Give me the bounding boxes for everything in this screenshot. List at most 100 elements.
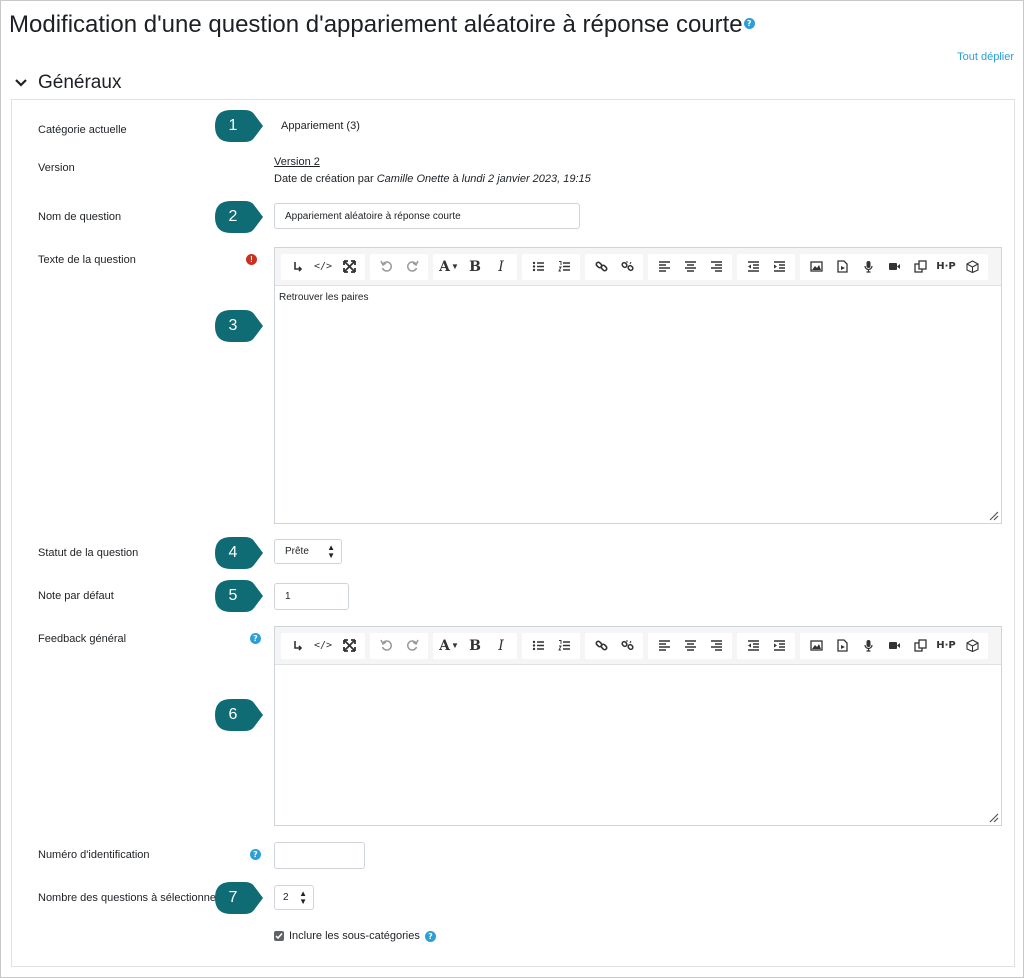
include-subcats-label: Inclure les sous-catégories [289,930,420,942]
ordered-list-icon[interactable] [551,254,577,280]
show-more-icon[interactable] [284,254,310,280]
help-icon[interactable]: ? [250,633,261,644]
show-more-icon[interactable] [284,633,310,659]
bold-icon[interactable]: B [462,633,488,659]
accessibility-icon[interactable] [959,254,985,280]
align-right-icon[interactable] [703,254,729,280]
unlink-icon[interactable] [614,633,640,659]
expand-all-link[interactable]: Tout déplier [957,51,1014,63]
indent-icon[interactable] [766,633,792,659]
link-icon[interactable] [588,254,614,280]
html-icon[interactable]: </> [310,254,336,280]
general-feedback-content[interactable] [275,665,1001,677]
fullscreen-icon[interactable] [336,633,362,659]
html-icon[interactable]: </> [310,633,336,659]
toolbar-group: </> [281,253,365,280]
record-video-icon[interactable] [881,254,907,280]
status-selected: Prête [285,546,309,557]
unlink-icon[interactable] [614,254,640,280]
question-name-input[interactable]: Appariement aléatoire à réponse courte [274,203,580,229]
bold-icon[interactable]: B [462,254,488,280]
callout-marker: 5 [214,579,264,613]
check-icon [275,933,283,940]
version-meta: Date de création par Camille Onette à lu… [274,173,591,185]
outdent-icon[interactable] [740,254,766,280]
version-label: Version [38,162,75,174]
toolbar-group [648,632,732,659]
record-audio-icon[interactable] [855,633,881,659]
font-color-icon[interactable]: A ▼ [436,254,462,280]
callout-marker: 6 [214,698,264,732]
section-header[interactable]: Généraux [14,72,121,94]
idnumber-input[interactable] [274,842,365,869]
editor-toolbar: </> A ▼ B I H·P [275,248,1001,286]
h5p-icon[interactable]: H·P [933,633,959,659]
help-icon[interactable]: ? [425,931,436,942]
toolbar-group: A ▼ B I [433,253,517,280]
idnumber-label: Numéro d'identification [38,849,150,861]
toolbar-group [522,632,580,659]
toolbar-group [737,253,795,280]
default-mark-input[interactable]: 1 [274,583,349,610]
record-audio-icon[interactable] [855,254,881,280]
resize-grip-icon[interactable] [987,811,999,823]
outdent-icon[interactable] [740,633,766,659]
toolbar-group: H·P [800,253,988,280]
section-title: Généraux [38,72,122,93]
align-left-icon[interactable] [651,633,677,659]
media-icon[interactable] [829,633,855,659]
status-select[interactable]: Prête ▲ ▼ [274,539,342,564]
font-color-icon[interactable]: A ▼ [436,633,462,659]
general-feedback-editor[interactable]: </> A ▼ B I H·P [274,626,1002,826]
manage-files-icon[interactable] [907,254,933,280]
toolbar-group [370,253,428,280]
redo-icon[interactable] [399,633,425,659]
accessibility-icon[interactable] [959,633,985,659]
resize-grip-icon[interactable] [987,509,999,521]
image-icon[interactable] [803,254,829,280]
undo-icon[interactable] [373,633,399,659]
general-feedback-label: Feedback général [38,633,127,645]
include-subcats-checkbox[interactable] [274,931,284,941]
image-icon[interactable] [803,633,829,659]
undo-icon[interactable] [373,254,399,280]
align-center-icon[interactable] [677,254,703,280]
align-left-icon[interactable] [651,254,677,280]
unordered-list-icon[interactable] [525,633,551,659]
question-name-label: Nom de question [38,211,122,223]
record-video-icon[interactable] [881,633,907,659]
general-fieldset [11,99,1015,967]
help-icon[interactable]: ? [743,18,755,30]
toolbar-group: H·P [800,632,988,659]
callout-marker: 4 [214,536,264,570]
choose-selected: 2 [283,892,289,903]
indent-icon[interactable] [766,254,792,280]
choose-label: Nombre des questions à sélectionner [38,892,220,904]
callout-marker: 3 [214,309,264,343]
question-text-content[interactable]: Retrouver les paires [275,286,1001,309]
version-link[interactable]: Version 2 [274,156,320,168]
italic-icon[interactable]: I [488,254,514,280]
link-icon[interactable] [588,633,614,659]
ordered-list-icon[interactable] [551,633,577,659]
manage-files-icon[interactable] [907,633,933,659]
toolbar-group [585,632,643,659]
italic-icon[interactable]: I [488,633,514,659]
unordered-list-icon[interactable] [525,254,551,280]
toolbar-group [737,632,795,659]
callout-marker: 7 [214,881,264,915]
question-text-editor[interactable]: </> A ▼ B I H·P Retrouver les paires [274,247,1002,524]
redo-icon[interactable] [399,254,425,280]
align-center-icon[interactable] [677,633,703,659]
toolbar-group [522,253,580,280]
toolbar-group [585,253,643,280]
toolbar-group: A ▼ B I [433,632,517,659]
choose-select[interactable]: 2 ▲ ▼ [274,885,314,910]
fullscreen-icon[interactable] [336,254,362,280]
media-icon[interactable] [829,254,855,280]
align-right-icon[interactable] [703,633,729,659]
toolbar-group [648,253,732,280]
help-icon[interactable]: ? [250,849,261,860]
editor-toolbar: </> A ▼ B I H·P [275,627,1001,665]
h5p-icon[interactable]: H·P [933,254,959,280]
